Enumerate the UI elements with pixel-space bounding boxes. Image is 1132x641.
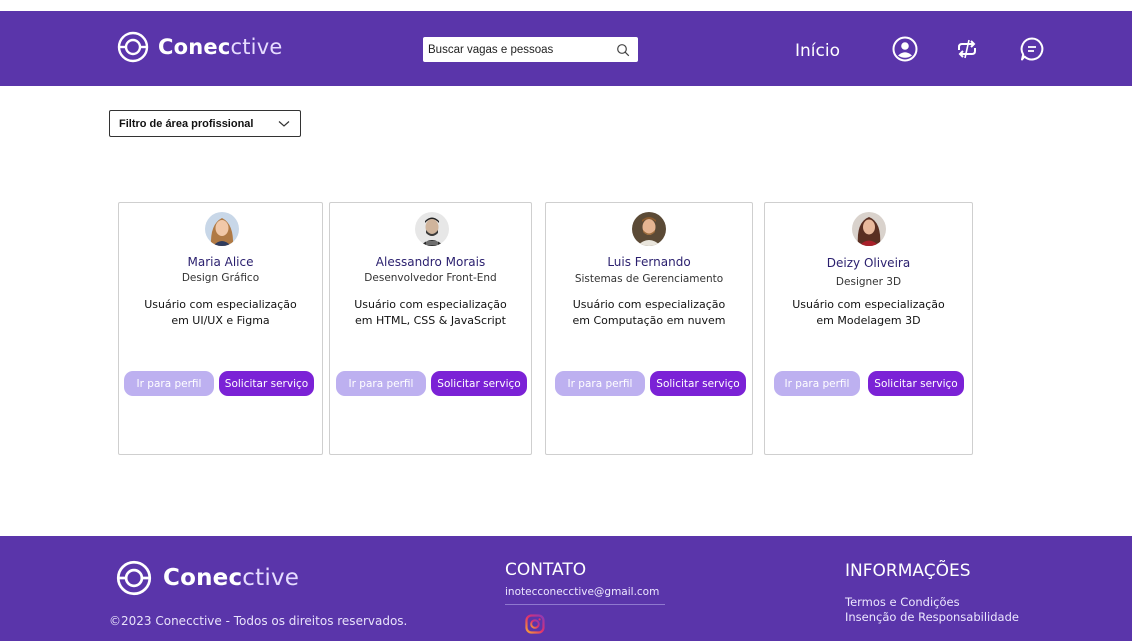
card-description: Usuário com especialização em UI/UX e Fi… <box>119 297 322 329</box>
brand-name: Conecctive <box>158 35 283 59</box>
card-name: Luis Fernando <box>607 255 691 269</box>
divider <box>505 604 665 605</box>
card-description-line: Usuário com especialização <box>572 298 726 311</box>
card-role: Design Gráfico <box>181 272 260 284</box>
request-service-button[interactable]: Solicitar serviço <box>650 371 746 396</box>
card-description: Usuário com especialização em Computação… <box>546 297 752 329</box>
footer-brand-logo[interactable]: Conecctive <box>116 560 299 596</box>
card-description: Usuário com especialização em Modelagem … <box>765 297 972 329</box>
contact-heading: CONTATO <box>505 560 587 580</box>
user-profile-icon[interactable] <box>892 36 918 62</box>
chat-icon[interactable] <box>1019 36 1045 62</box>
footer-brand-name: Conecctive <box>163 565 300 591</box>
card-description: Usuário com especialização em HTML, CSS … <box>330 297 531 329</box>
search-icon[interactable] <box>616 43 630 57</box>
avatar <box>205 212 239 246</box>
go-to-profile-button[interactable]: Ir para perfil <box>555 371 645 396</box>
card-description-line: em UI/UX e Figma <box>171 314 270 327</box>
professional-card: Deizy Oliveira Designer 3D Usuário com e… <box>764 202 973 455</box>
chevron-down-icon <box>278 120 290 127</box>
instagram-icon[interactable] <box>525 614 545 634</box>
brand-logo[interactable]: Conecctive <box>117 31 282 63</box>
professional-card: Luis Fernando Sistemas de Gerenciamento … <box>545 202 753 455</box>
site-footer: Conecctive ©2023 Conecctive - Todos os d… <box>0 536 1132 641</box>
professional-card: Alessandro Morais Desenvolvedor Front-En… <box>329 202 532 455</box>
info-heading: INFORMAÇÕES <box>845 561 971 581</box>
nav-home-link[interactable]: Início <box>795 41 840 61</box>
card-role: Designer 3D <box>835 276 902 288</box>
card-description-line: Usuário com especialização <box>354 298 507 311</box>
filter-label: Filtro de área profissional <box>119 117 254 130</box>
go-to-profile-button[interactable]: Ir para perfil <box>774 371 860 396</box>
request-service-button[interactable]: Solicitar serviço <box>219 371 314 396</box>
avatar <box>852 212 886 246</box>
avatar <box>632 212 666 246</box>
request-service-button[interactable]: Solicitar serviço <box>868 371 964 396</box>
card-description-line: em Modelagem 3D <box>816 314 921 327</box>
terms-link[interactable]: Termos e Condições <box>845 595 960 609</box>
card-role: Sistemas de Gerenciamento <box>574 273 724 285</box>
go-to-profile-button[interactable]: Ir para perfil <box>124 371 214 396</box>
card-name: Alessandro Morais <box>375 255 486 269</box>
go-to-profile-button[interactable]: Ir para perfil <box>336 371 426 396</box>
card-name: Maria Alice <box>187 255 254 269</box>
card-name: Deizy Oliveira <box>826 256 911 270</box>
contact-email-link[interactable]: inotecconecctive@gmail.com <box>505 586 659 598</box>
card-description-line: Usuário com especialização <box>792 298 945 311</box>
card-description-line: Usuário com especialização <box>144 298 297 311</box>
area-filter-dropdown[interactable]: Filtro de área profissional <box>109 110 301 137</box>
search-box[interactable] <box>423 37 638 62</box>
search-input[interactable] <box>428 43 616 56</box>
top-navbar: Conecctive Início <box>0 11 1132 86</box>
card-role: Desenvolvedor Front-End <box>364 272 497 284</box>
avatar <box>415 212 449 246</box>
professional-card: Maria Alice Design Gráfico Usuário com e… <box>118 202 323 455</box>
swap-icon[interactable] <box>954 36 980 62</box>
card-description-line: em Computação em nuvem <box>572 314 726 327</box>
disclaimer-link[interactable]: Insenção de Responsabilidade <box>845 610 1019 624</box>
logo-mark-icon <box>116 560 152 596</box>
logo-mark-icon <box>117 31 149 63</box>
card-description-line: em HTML, CSS & JavaScript <box>355 314 506 327</box>
copyright-text: ©2023 Conecctive - Todos os direitos res… <box>109 614 408 628</box>
request-service-button[interactable]: Solicitar serviço <box>431 371 527 396</box>
